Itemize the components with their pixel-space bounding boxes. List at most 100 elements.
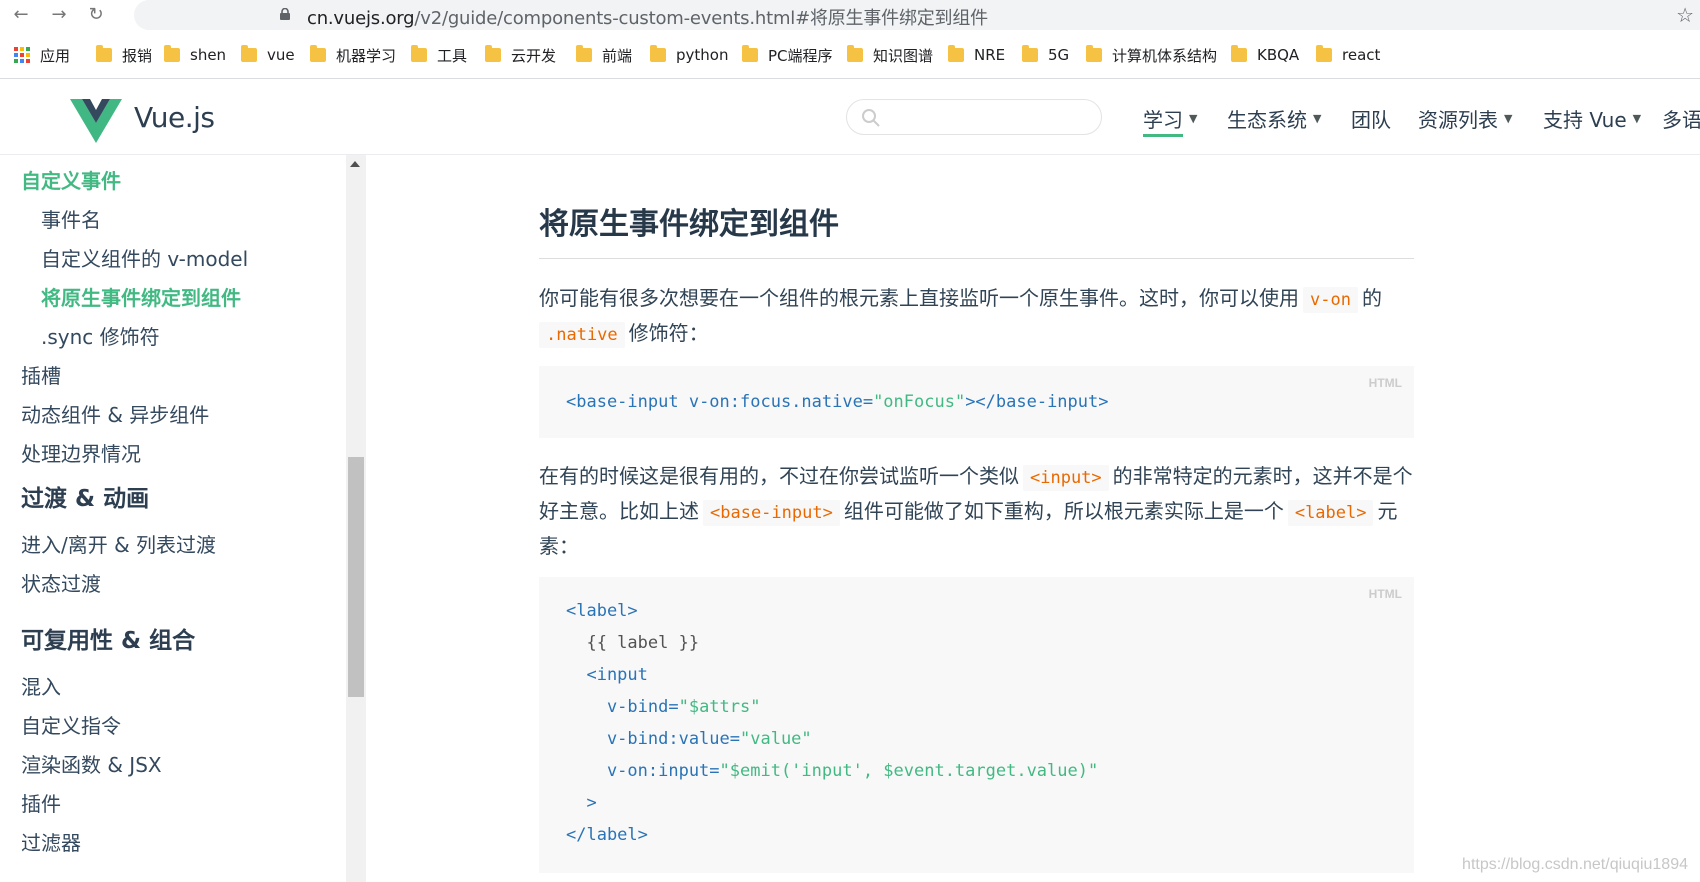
- scroll-up-icon[interactable]: [350, 161, 360, 167]
- code-token: ></base-input>: [965, 392, 1109, 412]
- bookmark-folder[interactable]: 5G: [1022, 44, 1069, 66]
- bookmark-label: vue: [267, 46, 295, 64]
- bookmark-folder[interactable]: react: [1316, 44, 1380, 66]
- code-token: "onFocus": [873, 392, 966, 412]
- inline-code: <base-input>: [703, 500, 840, 526]
- bookmark-label: 前端: [602, 46, 633, 65]
- bookmark-folder[interactable]: 前端: [576, 44, 632, 66]
- bookmark-folder[interactable]: NRE: [948, 44, 1005, 66]
- bookmark-label: 5G: [1048, 46, 1070, 64]
- bookmark-label: NRE: [974, 46, 1006, 64]
- bookmark-label: 报销: [122, 46, 153, 65]
- nav-resources[interactable]: 资源列表 ▼: [1418, 103, 1512, 133]
- site-header: Vue.js 学习 ▼ 生态系统 ▼ 团队 资源列表 ▼ 支持 Vue ▼ 多语: [0, 79, 1700, 155]
- apps-grid-icon: [14, 47, 30, 63]
- code-token: {{ label }}: [566, 633, 700, 653]
- vue-logo[interactable]: [70, 99, 122, 143]
- code-lang-label: HTML: [1368, 376, 1402, 390]
- caret-down-icon: ▼: [1189, 111, 1198, 125]
- bookmark-label: 云开发: [511, 46, 557, 65]
- bookmark-folder[interactable]: 计算机体系结构: [1086, 44, 1217, 66]
- sidebar-link[interactable]: 插件: [21, 788, 61, 817]
- forward-icon[interactable]: →: [48, 4, 70, 26]
- sidebar-link[interactable]: 状态过渡: [21, 568, 101, 597]
- sidebar-link[interactable]: 过滤器: [21, 827, 81, 856]
- code-token: <input: [566, 665, 648, 685]
- sidebar-heading: 过渡 & 动画: [21, 486, 150, 512]
- nav-team[interactable]: 团队: [1351, 103, 1391, 133]
- bookmark-label: react: [1342, 46, 1381, 64]
- bookmark-folder[interactable]: 云开发: [485, 44, 556, 66]
- code-block-2: HTML <label> {{ label }} <input v-bind="…: [539, 577, 1414, 873]
- bookmark-folder[interactable]: shen: [164, 44, 226, 66]
- nav-ecosystem-label: 生态系统: [1227, 107, 1307, 132]
- folder-icon: [650, 45, 666, 62]
- paragraph-1: 你可能有很多次想要在一个组件的根元素上直接监听一个原生事件。这时，你可以使用 v-…: [539, 282, 1414, 352]
- back-icon[interactable]: ←: [10, 4, 32, 26]
- nav-support[interactable]: 支持 Vue ▼: [1543, 103, 1641, 133]
- scrollbar-thumb[interactable]: [348, 457, 364, 697]
- sidebar-heading: 可复用性 & 组合: [21, 628, 196, 654]
- inline-code: .native: [539, 322, 625, 348]
- caret-down-icon: ▼: [1504, 111, 1513, 125]
- nav-languages-label: 多语: [1662, 107, 1700, 132]
- sidebar-link[interactable]: 混入: [21, 671, 61, 700]
- bookmark-folder[interactable]: 机器学习: [310, 44, 396, 66]
- bookmark-folder[interactable]: KBQA: [1231, 44, 1299, 66]
- reload-icon[interactable]: ↻: [85, 4, 107, 26]
- caret-down-icon: ▼: [1313, 111, 1322, 125]
- sidebar-link[interactable]: 自定义指令: [21, 710, 121, 739]
- nav-team-label: 团队: [1351, 107, 1391, 132]
- folder-icon: [1316, 45, 1332, 62]
- code-block-1: HTML <base-input v-on:focus.native="onFo…: [539, 366, 1414, 438]
- text: 修饰符：: [628, 321, 709, 345]
- brand-name[interactable]: Vue.js: [134, 101, 215, 134]
- caret-down-icon: ▼: [1632, 111, 1642, 125]
- folder-icon: [164, 45, 180, 62]
- sidebar-link[interactable]: .sync 修饰符: [41, 321, 160, 350]
- bookmark-apps[interactable]: 应用: [14, 44, 70, 66]
- search-input[interactable]: [846, 99, 1102, 135]
- code-token: "value": [740, 729, 812, 749]
- sidebar-link[interactable]: 插槽: [21, 360, 61, 389]
- code-text: <base-input v-on:focus.native="onFocus">…: [566, 386, 1108, 418]
- search-icon: [862, 109, 880, 127]
- folder-icon: [742, 45, 758, 62]
- sidebar-scrollbar[interactable]: [346, 155, 366, 882]
- text: 你可能有很多次想要在一个组件的根元素上直接监听一个原生事件。这时，你可以使用: [539, 286, 1299, 310]
- code-lang-label: HTML: [1368, 587, 1402, 601]
- nav-languages[interactable]: 多语: [1662, 103, 1700, 133]
- address-bar[interactable]: cn.vuejs.org/v2/guide/components-custom-…: [134, 0, 1700, 30]
- sidebar-link[interactable]: 将原生事件绑定到组件: [41, 282, 241, 311]
- bookmark-label: 应用: [40, 46, 71, 65]
- sidebar-link[interactable]: 自定义组件的 v-model: [41, 243, 248, 272]
- bookmark-label: 知识图谱: [873, 46, 934, 65]
- browser-toolbar: ← → ↻ cn.vuejs.org/v2/guide/components-c…: [0, 0, 1700, 30]
- bookmark-folder[interactable]: 报销: [96, 44, 152, 66]
- code-token: v-on:focus.native=: [678, 392, 874, 412]
- bookmark-folder[interactable]: 工具: [411, 44, 467, 66]
- sidebar-link[interactable]: 进入/离开 & 列表过渡: [21, 529, 216, 558]
- bookmark-folder[interactable]: PC端程序: [742, 44, 833, 66]
- bookmark-label: 计算机体系结构: [1112, 46, 1218, 65]
- bookmark-folder[interactable]: vue: [241, 44, 295, 66]
- nav-ecosystem[interactable]: 生态系统 ▼: [1227, 103, 1321, 133]
- url-path: /v2/guide/components-custom-events.html#…: [414, 8, 988, 29]
- nav-learn[interactable]: 学习 ▼: [1143, 103, 1198, 137]
- sidebar-link[interactable]: 自定义事件: [21, 165, 121, 194]
- bookmark-star-icon[interactable]: ☆: [1676, 3, 1694, 27]
- sidebar-link[interactable]: 动态组件 & 异步组件: [21, 399, 209, 428]
- folder-icon: [948, 45, 964, 62]
- bookmark-label: 工具: [437, 46, 468, 65]
- folder-icon: [1022, 45, 1038, 62]
- bookmark-folder[interactable]: python: [650, 44, 728, 66]
- folder-icon: [241, 45, 257, 62]
- sidebar-link[interactable]: 处理边界情况: [21, 438, 141, 467]
- bookmark-folder[interactable]: 知识图谱: [847, 44, 933, 66]
- folder-icon: [411, 45, 427, 62]
- code-token: v-on:input=: [566, 761, 720, 781]
- sidebar-link[interactable]: 渲染函数 & JSX: [21, 749, 162, 778]
- sidebar-link[interactable]: 事件名: [41, 204, 101, 233]
- folder-icon: [310, 45, 326, 62]
- text: 组件可能做了如下重构，所以根元素实际上是一个: [843, 499, 1284, 523]
